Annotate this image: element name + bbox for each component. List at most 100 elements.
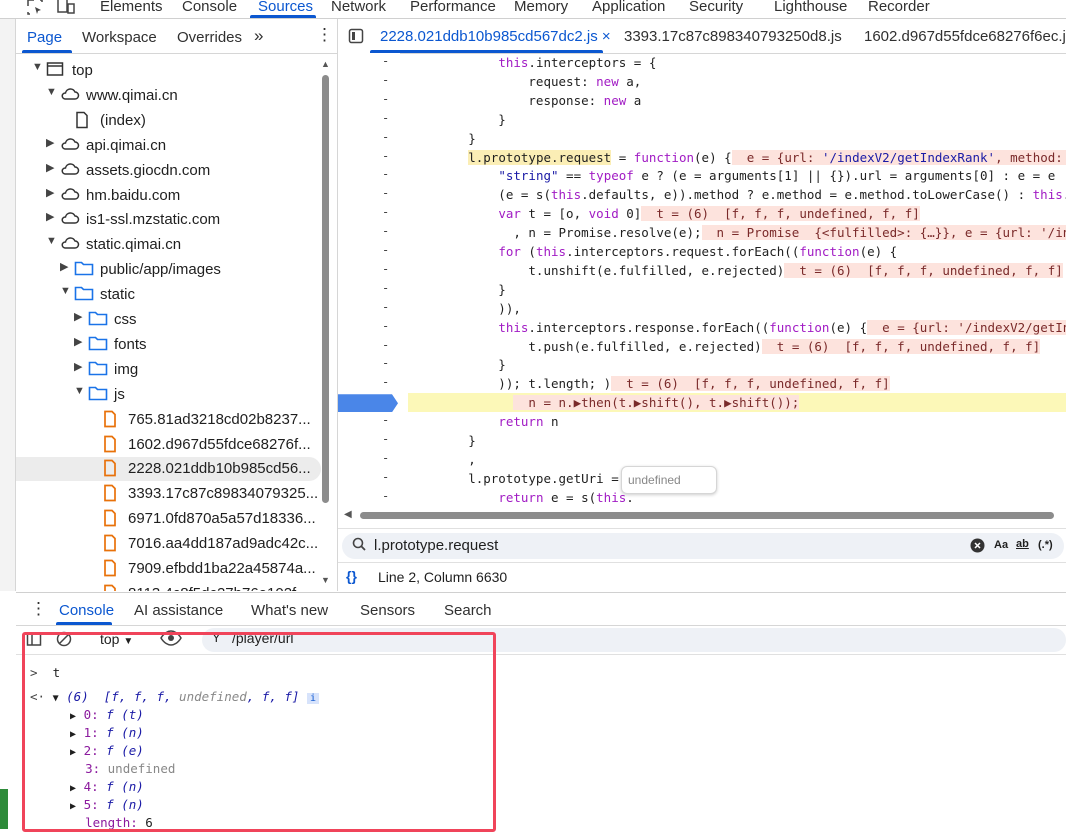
- collapse-arrow-icon[interactable]: ▶: [74, 310, 82, 323]
- gutter-dash[interactable]: -: [382, 375, 392, 389]
- gutter-dash[interactable]: -: [382, 224, 392, 238]
- gutter-dash[interactable]: -: [382, 338, 392, 352]
- pretty-print-icon[interactable]: {}: [346, 568, 357, 584]
- tree-item[interactable]: ▶ is1-ssl.mzstatic.com: [16, 208, 321, 232]
- gutter-dash[interactable]: -: [382, 432, 392, 446]
- search-input[interactable]: l.prototype.request Aa ab (.*): [342, 533, 1064, 559]
- collapse-arrow-icon[interactable]: ▶: [46, 210, 54, 223]
- collapse-arrow-icon[interactable]: ▶: [74, 335, 82, 348]
- tab-recorder[interactable]: Recorder: [868, 0, 930, 15]
- gutter-dash[interactable]: -: [382, 262, 392, 276]
- tab-sources[interactable]: Sources: [258, 0, 313, 15]
- scroll-up-icon[interactable]: ▲: [321, 59, 330, 69]
- tab-overrides[interactable]: Overrides: [177, 29, 242, 46]
- tree-item[interactable]: ▼ top: [16, 59, 321, 83]
- editor-horizontal-scrollbar[interactable]: [360, 512, 1054, 519]
- expand-arrow-icon[interactable]: ▼: [32, 61, 43, 73]
- close-icon[interactable]: ×: [602, 28, 611, 45]
- collapse-arrow-icon[interactable]: ▶: [46, 161, 54, 174]
- toggle-navigator-icon[interactable]: [348, 28, 364, 47]
- gutter-dash[interactable]: -: [382, 319, 392, 333]
- expand-arrow-icon[interactable]: ▼: [46, 86, 57, 98]
- tab-console[interactable]: Console: [59, 602, 114, 619]
- breakpoint-marker[interactable]: [338, 394, 398, 413]
- expand-arrow-icon[interactable]: ▼: [60, 285, 71, 297]
- gutter-dash[interactable]: -: [382, 205, 392, 219]
- tree-item[interactable]: ▶ fonts: [16, 333, 321, 357]
- tree-item[interactable]: ▶ hm.baidu.com: [16, 184, 321, 208]
- collapse-arrow-icon[interactable]: ▶: [46, 136, 54, 149]
- tree-item[interactable]: ▼ www.qimai.cn: [16, 84, 321, 108]
- tree-item[interactable]: 7016.aa4dd187ad9adc42c...: [16, 532, 321, 556]
- gutter-dash[interactable]: -: [382, 413, 392, 427]
- device-toolbar-icon[interactable]: [56, 0, 76, 18]
- tree-item[interactable]: ▶ img: [16, 358, 321, 382]
- tab-search[interactable]: Search: [444, 602, 492, 619]
- tree-item[interactable]: ▼ static: [16, 283, 321, 307]
- tree-item[interactable]: (index): [16, 109, 321, 133]
- tab-application[interactable]: Application: [592, 0, 665, 15]
- tab-performance[interactable]: Performance: [410, 0, 496, 15]
- tab-memory[interactable]: Memory: [514, 0, 568, 15]
- drawer-menu-icon[interactable]: ⋮: [30, 599, 47, 619]
- collapse-arrow-icon[interactable]: ▶: [60, 260, 68, 273]
- scroll-down-icon[interactable]: ▼: [321, 575, 330, 585]
- tree-item[interactable]: 765.81ad3218cd02b8237...: [16, 408, 321, 432]
- tab-whats-new[interactable]: What's new: [251, 602, 328, 619]
- tree-item[interactable]: ▼ js: [16, 383, 321, 407]
- editor-tab[interactable]: 3393.17c87c898340793250d8.js: [624, 28, 842, 45]
- tree-item[interactable]: 1602.d967d55fdce68276f...: [16, 433, 321, 457]
- tree-item[interactable]: ▼ static.qimai.cn: [16, 233, 321, 257]
- collapse-arrow-icon[interactable]: ▶: [74, 360, 82, 373]
- tree-item[interactable]: ▶ api.qimai.cn: [16, 134, 321, 158]
- tab-sensors[interactable]: Sensors: [360, 602, 415, 619]
- inspect-element-icon[interactable]: [26, 0, 44, 18]
- gutter-dash[interactable]: -: [382, 489, 392, 503]
- editor-tab[interactable]: 1602.d967d55fdce68276f6ec.js: [864, 28, 1066, 45]
- match-case-toggle[interactable]: Aa: [994, 539, 1008, 551]
- tab-elements[interactable]: Elements: [100, 0, 163, 15]
- tree-item[interactable]: 2228.021ddb10b985cd56...: [16, 457, 321, 482]
- editor-tab-active[interactable]: 2228.021ddb10b985cd567dc2.js ×: [380, 28, 611, 45]
- regex-toggle[interactable]: (.*): [1038, 539, 1053, 551]
- expand-arrow-icon[interactable]: ▼: [74, 385, 85, 397]
- line-gutter[interactable]: ------------------------: [338, 53, 400, 522]
- more-options-icon[interactable]: ⋮: [316, 25, 333, 45]
- gutter-dash[interactable]: -: [382, 111, 392, 125]
- tree-item[interactable]: ▶ public/app/images: [16, 258, 321, 282]
- code-area[interactable]: this.interceptors = { request: new a, re…: [408, 53, 1066, 509]
- tab-security[interactable]: Security: [689, 0, 743, 15]
- more-tabs-icon[interactable]: »: [254, 26, 263, 46]
- expand-arrow-icon[interactable]: ▼: [46, 235, 57, 247]
- tree-item[interactable]: ▶ assets.giocdn.com: [16, 159, 321, 183]
- tab-page[interactable]: Page: [27, 29, 62, 46]
- tab-lighthouse[interactable]: Lighthouse: [774, 0, 847, 15]
- gutter-dash[interactable]: -: [382, 186, 392, 200]
- gutter-dash[interactable]: -: [382, 470, 392, 484]
- gutter-dash[interactable]: -: [382, 451, 392, 465]
- gutter-dash[interactable]: -: [382, 281, 392, 295]
- gutter-dash[interactable]: -: [382, 73, 392, 87]
- tab-workspace[interactable]: Workspace: [82, 29, 157, 46]
- tab-console[interactable]: Console: [182, 0, 237, 15]
- whole-word-toggle[interactable]: ab: [1016, 538, 1029, 550]
- tab-network[interactable]: Network: [331, 0, 386, 15]
- gutter-dash[interactable]: -: [382, 54, 392, 68]
- gutter-dash[interactable]: -: [382, 243, 392, 257]
- tree-item[interactable]: ▶ css: [16, 308, 321, 332]
- tree-item[interactable]: 7909.efbdd1ba22a45874a...: [16, 557, 321, 581]
- gutter-dash[interactable]: -: [382, 300, 392, 314]
- gutter-dash[interactable]: -: [382, 92, 392, 106]
- clear-search-icon[interactable]: [970, 538, 985, 556]
- gutter-dash[interactable]: -: [382, 356, 392, 370]
- tree-item[interactable]: 8113.4c8f5dc27b76e102f...: [16, 582, 321, 591]
- tab-ai-assistance[interactable]: AI assistance: [134, 602, 223, 619]
- gutter-dash[interactable]: -: [382, 149, 392, 163]
- scroll-left-icon[interactable]: ◀: [344, 509, 352, 520]
- collapse-arrow-icon[interactable]: ▶: [46, 186, 54, 199]
- gutter-dash[interactable]: -: [382, 167, 392, 181]
- navigator-scrollbar[interactable]: [322, 75, 329, 503]
- tree-item[interactable]: 6971.0fd870a5a57d18336...: [16, 507, 321, 531]
- gutter-dash[interactable]: -: [382, 130, 392, 144]
- tree-item[interactable]: 3393.17c87c89834079325...: [16, 482, 321, 506]
